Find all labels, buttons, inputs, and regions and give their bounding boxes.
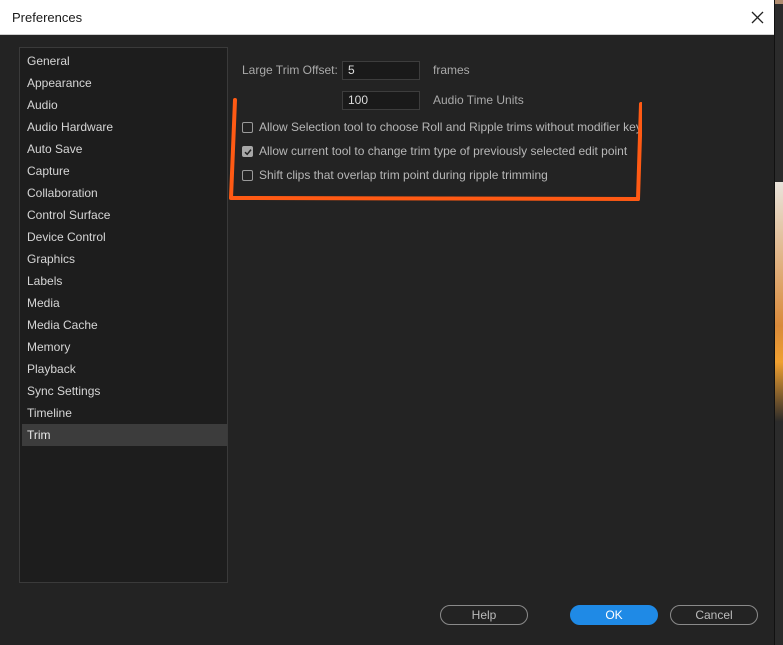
sidebar-item-audio[interactable]: Audio bbox=[22, 94, 227, 116]
sidebar-item-media-cache[interactable]: Media Cache bbox=[22, 314, 227, 336]
sidebar-item-general[interactable]: General bbox=[22, 50, 227, 72]
option-selection-tool-roll-ripple[interactable]: Allow Selection tool to choose Roll and … bbox=[242, 119, 642, 135]
sidebar-item-device-control[interactable]: Device Control bbox=[22, 226, 227, 248]
sidebar-item-trim[interactable]: Trim bbox=[22, 424, 227, 446]
window-title: Preferences bbox=[12, 10, 83, 25]
sidebar-item-control-surface[interactable]: Control Surface bbox=[22, 204, 227, 226]
title-bar: Preferences bbox=[0, 0, 774, 35]
audio-time-units-label: Audio Time Units bbox=[433, 93, 524, 107]
sidebar-item-sync-settings[interactable]: Sync Settings bbox=[22, 380, 227, 402]
sidebar-item-appearance[interactable]: Appearance bbox=[22, 72, 227, 94]
background-thumbnail bbox=[774, 182, 783, 422]
sidebar-item-collaboration[interactable]: Collaboration bbox=[22, 182, 227, 204]
option-current-tool-change-trim-type[interactable]: Allow current tool to change trim type o… bbox=[242, 143, 627, 159]
cancel-button[interactable]: Cancel bbox=[670, 605, 758, 625]
checkbox-label: Allow Selection tool to choose Roll and … bbox=[259, 120, 642, 134]
frames-unit-label: frames bbox=[433, 63, 470, 77]
sidebar-item-playback[interactable]: Playback bbox=[22, 358, 227, 380]
preferences-dialog: Preferences General Appearance Audio Aud… bbox=[0, 0, 775, 645]
sidebar-item-timeline[interactable]: Timeline bbox=[22, 402, 227, 424]
checkmark-icon bbox=[244, 148, 252, 155]
sidebar-item-memory[interactable]: Memory bbox=[22, 336, 227, 358]
category-list: General Appearance Audio Audio Hardware … bbox=[19, 47, 228, 583]
sidebar-item-media[interactable]: Media bbox=[22, 292, 227, 314]
close-icon bbox=[751, 11, 763, 23]
sidebar-item-audio-hardware[interactable]: Audio Hardware bbox=[22, 116, 227, 138]
sidebar-item-capture[interactable]: Capture bbox=[22, 160, 227, 182]
checkbox[interactable] bbox=[242, 145, 253, 157]
option-shift-overlapping-clips[interactable]: Shift clips that overlap trim point duri… bbox=[242, 167, 548, 183]
sidebar-item-auto-save[interactable]: Auto Save bbox=[22, 138, 227, 160]
sidebar-item-labels[interactable]: Labels bbox=[22, 270, 227, 292]
checkbox[interactable] bbox=[242, 169, 253, 181]
checkbox-label: Allow current tool to change trim type o… bbox=[259, 144, 628, 158]
help-button[interactable]: Help bbox=[440, 605, 528, 625]
checkbox-label: Shift clips that overlap trim point duri… bbox=[259, 168, 548, 182]
large-trim-offset-label: Large Trim Offset: bbox=[242, 63, 338, 77]
ok-button[interactable]: OK bbox=[570, 605, 658, 625]
audio-trim-offset-input[interactable]: 100 bbox=[342, 91, 420, 110]
sidebar-item-graphics[interactable]: Graphics bbox=[22, 248, 227, 270]
checkbox[interactable] bbox=[242, 121, 253, 133]
close-button[interactable] bbox=[740, 0, 774, 34]
video-trim-offset-input[interactable]: 5 bbox=[342, 61, 420, 80]
